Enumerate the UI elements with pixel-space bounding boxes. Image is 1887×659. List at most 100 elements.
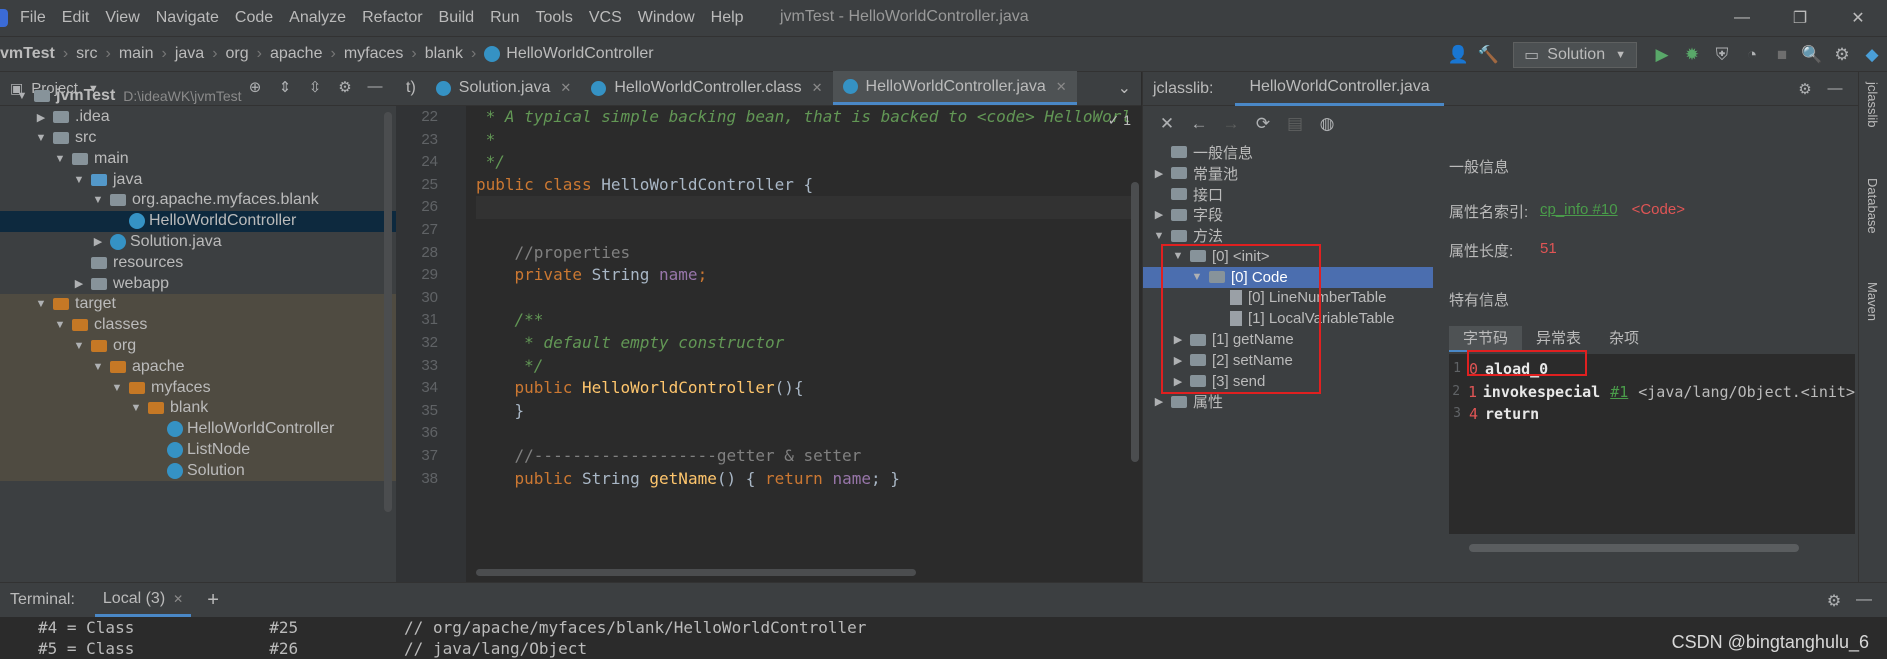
tree-node[interactable]: ▼ main bbox=[0, 148, 396, 169]
refresh-icon[interactable]: ⟳ bbox=[1247, 114, 1279, 134]
bytecode-view[interactable]: 1 0 aload_0 2 1 invokespecial #1 <java/lang/Obj… bbox=[1449, 354, 1855, 534]
class-tree-node[interactable]: ▶ 常量池 bbox=[1143, 163, 1433, 184]
tree-node[interactable]: ▼ org.apache.myfaces.blank bbox=[0, 190, 396, 211]
chevron-right-icon[interactable]: ▶ bbox=[1151, 395, 1167, 408]
editor-horizontal-scrollbar[interactable] bbox=[476, 569, 916, 576]
breadcrumb-item[interactable]: main bbox=[119, 45, 154, 63]
hide-icon[interactable]: — bbox=[1820, 80, 1850, 98]
bytecode-horizontal-scrollbar[interactable] bbox=[1469, 544, 1799, 552]
chevron-down-icon[interactable]: ▼ bbox=[71, 174, 87, 186]
menu-item-window[interactable]: Window bbox=[638, 9, 695, 27]
chevron-down-icon[interactable]: ▼ bbox=[109, 382, 125, 394]
restore-icon[interactable]: ❐ bbox=[1771, 0, 1829, 36]
close-tab-icon[interactable]: ✕ bbox=[173, 592, 183, 606]
close-tab-icon[interactable]: ✕ bbox=[560, 80, 571, 96]
menu-item-help[interactable]: Help bbox=[711, 9, 744, 27]
chevron-down-icon[interactable]: ▼ bbox=[90, 361, 106, 373]
back-arrow-icon[interactable]: ← bbox=[1183, 114, 1215, 134]
breadcrumb-item[interactable]: myfaces bbox=[344, 45, 404, 63]
stop-icon[interactable]: ■ bbox=[1767, 45, 1797, 65]
tree-node[interactable]: ▼ org bbox=[0, 335, 396, 357]
minimize-icon[interactable]: — bbox=[1713, 0, 1771, 36]
editor-vertical-scrollbar[interactable] bbox=[1131, 182, 1139, 462]
chevron-down-icon[interactable]: ▼ bbox=[14, 90, 30, 102]
code-area[interactable]: * A typical simple backing bean, that is… bbox=[476, 106, 1136, 582]
menu-item-view[interactable]: View bbox=[105, 9, 139, 27]
terminal-tab[interactable]: Local (3) ✕ bbox=[94, 583, 192, 617]
chevron-down-icon[interactable]: ▼ bbox=[52, 319, 68, 331]
subtab[interactable]: 异常表 bbox=[1522, 326, 1595, 352]
tree-node[interactable]: ▼ blank bbox=[0, 397, 396, 419]
breadcrumb-item[interactable]: blank bbox=[425, 45, 463, 63]
menu-item-build[interactable]: Build bbox=[439, 9, 475, 27]
class-tree-node[interactable]: 一般信息 bbox=[1143, 142, 1433, 163]
close-tab-icon[interactable]: ✕ bbox=[1056, 79, 1067, 95]
subtab[interactable]: 字节码 bbox=[1449, 326, 1523, 352]
close-icon[interactable]: ✕ bbox=[1829, 0, 1887, 36]
chevron-right-icon[interactable]: ▶ bbox=[90, 235, 106, 248]
menu-item-refactor[interactable]: Refactor bbox=[362, 9, 422, 27]
web-icon[interactable]: ◍ bbox=[1311, 114, 1343, 134]
run-configuration-select[interactable]: ▭ Solution ▼ bbox=[1513, 42, 1637, 68]
coverage-icon[interactable]: ⛨ bbox=[1707, 45, 1737, 65]
tree-node[interactable]: ▼ myfaces bbox=[0, 377, 396, 398]
chevron-right-icon[interactable]: ▶ bbox=[71, 277, 87, 290]
gear-icon[interactable]: ⚙ bbox=[1819, 591, 1849, 611]
close-icon[interactable]: ✕ bbox=[1151, 114, 1183, 134]
chevron-right-icon[interactable]: ▶ bbox=[1151, 208, 1167, 221]
project-scrollbar[interactable] bbox=[384, 112, 392, 512]
tree-node[interactable]: ▼ jvmTest D:\ideaWK\jvmTest bbox=[0, 86, 396, 107]
breadcrumb-item[interactable]: org bbox=[226, 45, 249, 63]
tree-node[interactable]: ▶ webapp bbox=[0, 273, 396, 294]
chevron-right-icon[interactable]: ▶ bbox=[33, 111, 49, 124]
tool-window-jclasslib[interactable]: jclasslib bbox=[1865, 82, 1880, 128]
chevron-down-icon[interactable]: ▼ bbox=[90, 194, 106, 206]
menu-item-tools[interactable]: Tools bbox=[535, 9, 572, 27]
class-tree-node[interactable]: ▶ 属性 bbox=[1143, 392, 1433, 413]
attr-name-index-link[interactable]: cp_info #10 bbox=[1540, 201, 1618, 222]
menu-item-edit[interactable]: Edit bbox=[62, 9, 90, 27]
tree-node[interactable]: HelloWorldController bbox=[0, 210, 396, 232]
menu-item-file[interactable]: File bbox=[20, 9, 46, 27]
tree-node[interactable]: ▼ classes bbox=[0, 314, 396, 336]
editor-tab[interactable]: HelloWorldController.class ✕ bbox=[581, 71, 832, 105]
tree-node[interactable]: resources bbox=[0, 252, 396, 273]
class-tree-node[interactable]: ▼ 方法 bbox=[1143, 225, 1433, 246]
inspection-indicator[interactable]: ✓ 1 bbox=[1108, 112, 1131, 129]
chevron-down-icon[interactable]: ▼ bbox=[33, 132, 49, 144]
forward-arrow-icon[interactable]: → bbox=[1215, 114, 1247, 134]
class-tree-node[interactable]: ▶ 字段 bbox=[1143, 204, 1433, 225]
breadcrumb-item[interactable]: java bbox=[175, 45, 204, 63]
editor-tab[interactable]: HelloWorldController.java ✕ bbox=[832, 71, 1077, 105]
search-icon[interactable]: 🔍 bbox=[1797, 45, 1827, 65]
gear-icon[interactable]: ⚙ bbox=[1790, 80, 1820, 98]
tree-node[interactable]: ▼ src bbox=[0, 128, 396, 149]
tree-node[interactable]: HelloWorldController bbox=[0, 418, 396, 440]
run-icon[interactable]: ▶ bbox=[1647, 45, 1677, 65]
tool-window-maven[interactable]: Maven bbox=[1865, 282, 1880, 321]
profile-icon[interactable]: ◔ bbox=[1737, 45, 1767, 65]
breadcrumb-item[interactable]: apache bbox=[270, 45, 323, 63]
editor-tab[interactable]: t) bbox=[396, 71, 426, 105]
breadcrumb-item[interactable]: vmTest bbox=[0, 45, 55, 63]
editor-tab[interactable]: Solution.java ✕ bbox=[426, 71, 582, 105]
hide-icon[interactable]: — bbox=[1849, 591, 1879, 611]
tree-node[interactable]: Solution bbox=[0, 460, 396, 482]
add-terminal-icon[interactable]: + bbox=[207, 589, 219, 612]
chevron-down-icon[interactable]: ▼ bbox=[33, 298, 49, 310]
class-tree-node[interactable]: 接口 bbox=[1143, 184, 1433, 205]
user-icon[interactable]: 👤 bbox=[1443, 45, 1473, 65]
tool-window-database[interactable]: Database bbox=[1865, 178, 1880, 234]
breadcrumb-item[interactable]: HelloWorldController bbox=[506, 45, 653, 63]
subtab[interactable]: 杂项 bbox=[1595, 326, 1653, 352]
tree-node[interactable]: ▼ target bbox=[0, 293, 396, 315]
chevron-down-icon[interactable]: ▼ bbox=[52, 153, 68, 165]
menu-item-analyze[interactable]: Analyze bbox=[289, 9, 346, 27]
debug-icon[interactable]: ✹ bbox=[1677, 45, 1707, 65]
terminal-output[interactable]: #4 = Class #25 // org/apache/myfaces/bla… bbox=[0, 617, 1887, 659]
tree-node[interactable]: ▼ apache bbox=[0, 356, 396, 378]
plugin-icon[interactable]: ◆ bbox=[1857, 45, 1887, 65]
menu-item-run[interactable]: Run bbox=[490, 9, 519, 27]
save-icon[interactable]: ▤ bbox=[1279, 114, 1311, 134]
menu-item-navigate[interactable]: Navigate bbox=[156, 9, 219, 27]
